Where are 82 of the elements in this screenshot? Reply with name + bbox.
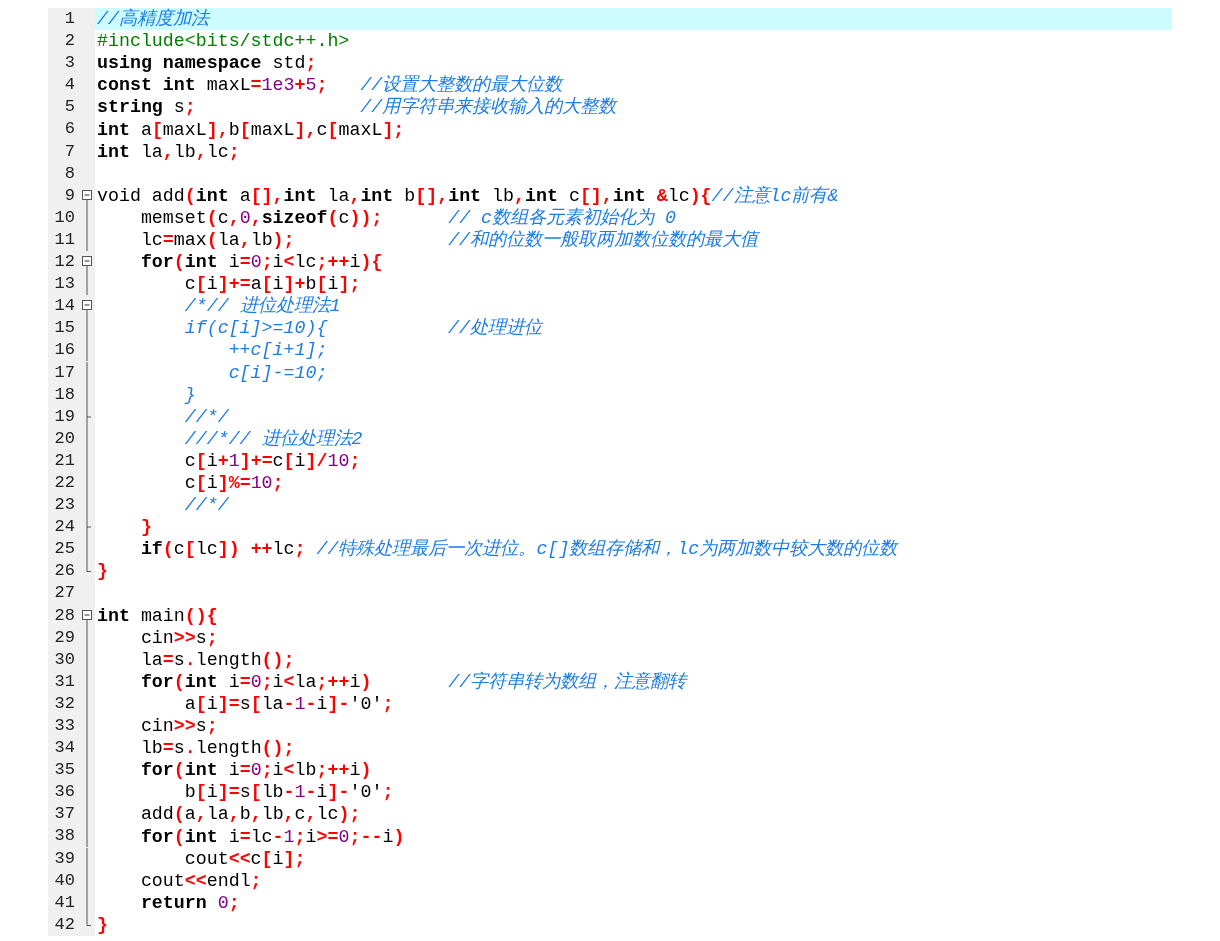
line-number: 24 [53, 516, 75, 539]
line-number: 17 [53, 361, 75, 384]
code-line: cin>>s; [139, 715, 218, 738]
code-line: if(c[lc]) ++lc; //特殊处理最后一次进位。c[]数组存储和，lc为两加数中较大数的位数 [139, 538, 898, 561]
code-line: c[i+1]+=c[i]/10; [183, 449, 361, 472]
code-line: c[i]+=a[i]+b[i]; [183, 273, 361, 296]
line-number: 3 [63, 52, 75, 75]
line-number: 25 [53, 538, 75, 561]
code-line: c[i]-=10; [227, 361, 328, 384]
line-number: 18 [53, 383, 75, 406]
code-line: cout<<c[i]; [183, 847, 306, 870]
line-number: 15 [53, 317, 75, 340]
code-line: c[i]%=10; [183, 472, 284, 494]
line-number: 41 [53, 891, 75, 914]
line-number: 2 [63, 30, 75, 53]
code-line: ///*// 进位处理法2 [183, 427, 363, 450]
line-number: 37 [53, 803, 75, 826]
line-number: 13 [53, 273, 75, 296]
code-line: using namespace std; [97, 52, 317, 75]
line-number: 4 [63, 74, 75, 97]
code-line: /*// 进位处理法1 [183, 295, 341, 318]
code-line: return 0; [139, 891, 240, 914]
code-line: //高精度加法 [97, 8, 209, 31]
line-number: 5 [63, 96, 75, 119]
line-number: 38 [53, 825, 75, 848]
code-line: } [97, 560, 108, 583]
code-line: for(int i=0;i<lc;++i){ [139, 251, 383, 274]
line-number: 11 [53, 228, 75, 251]
line-number: 7 [63, 140, 75, 163]
code-line: b[i]=s[lb-1-i]-'0'; [183, 781, 394, 804]
code-line: } [183, 383, 196, 406]
code-line: lc=max(la,lb); //和的位数一般取两加数位数的最大值 [139, 229, 759, 251]
code-line: add(a,la,b,lb,c,lc); [139, 803, 361, 826]
line-number: 31 [53, 670, 75, 693]
line-number: 32 [53, 692, 75, 715]
line-number: 33 [53, 715, 75, 737]
code-line: cin>>s; [139, 626, 218, 649]
code-line: int main(){ [97, 604, 218, 627]
code-line: ++c[i+1]; [227, 339, 328, 362]
line-number: 40 [53, 869, 75, 892]
line-number: 12 [53, 251, 75, 274]
line-number: 28 [53, 604, 75, 627]
code-line: #include<bits/stdc++.h> [97, 30, 350, 53]
code-line: memset(c,0,sizeof(c)); // c数组各元素初始化为 0 [139, 206, 676, 229]
line-number: 27 [53, 582, 75, 605]
line-number: 23 [53, 494, 75, 517]
line-number: 34 [53, 737, 75, 760]
code-line: cout<<endl; [139, 869, 262, 892]
line-number: 26 [53, 560, 75, 583]
code-line: if(c[i]>=10){ //处理进位 [183, 317, 542, 340]
code-line: for(int i=0;i<la;++i) //字符串转为数组，注意翻转 [139, 670, 687, 693]
line-number: 29 [53, 626, 75, 649]
line-number: 35 [53, 759, 75, 782]
line-number: 10 [53, 206, 75, 229]
code-line: la=s.length(); [139, 648, 295, 671]
code-line: int la,lb,lc; [97, 140, 240, 163]
code-line: //*/ [183, 494, 229, 517]
line-number: 21 [53, 449, 75, 472]
line-number: 9 [63, 184, 75, 207]
code-line: string s; //用字符串来接收输入的大整数 [97, 96, 617, 119]
line-number: 14 [53, 295, 75, 318]
code-line: for(int i=0;i<lb;++i) [139, 759, 372, 782]
line-number: 39 [53, 847, 75, 870]
code-line: } [97, 913, 108, 936]
line-number: 16 [53, 339, 75, 362]
code-line: for(int i=lc-1;i>=0;--i) [139, 825, 405, 848]
line-number: 20 [53, 427, 75, 450]
code-line: void add(int a[],int la,int b[],int lb,int c[],int &lc){//注意lc前有& [97, 184, 839, 207]
code-line: lb=s.length(); [139, 737, 295, 760]
code-line: int a[maxL],b[maxL],c[maxL]; [97, 118, 405, 141]
line-number: 19 [53, 405, 75, 428]
line-number: 1 [63, 8, 75, 30]
line-number: 22 [53, 471, 75, 494]
line-number: 6 [63, 118, 75, 141]
code-line: } [139, 516, 152, 539]
line-number: 8 [63, 162, 75, 185]
line-number: 42 [53, 913, 75, 936]
code-line: //*/ [183, 405, 229, 428]
code-line: const int maxL=1e3+5; //设置大整数的最大位数 [97, 74, 563, 96]
line-number: 30 [53, 648, 75, 671]
code-line: a[i]=s[la-1-i]-'0'; [183, 692, 394, 715]
line-number: 36 [53, 781, 75, 804]
